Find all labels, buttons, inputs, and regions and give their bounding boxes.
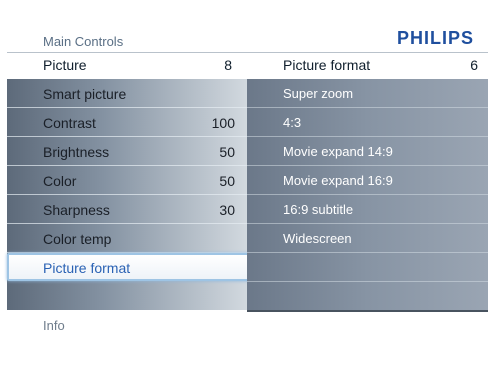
picture-menu: Smart picture Contrast 100 Brightness 50… xyxy=(7,79,253,311)
submenu-item-label: Widescreen xyxy=(283,231,352,246)
submenu-item-label: Movie expand 16:9 xyxy=(283,173,393,188)
menu-item-brightness[interactable]: Brightness 50 xyxy=(7,137,247,166)
menu-item-value: 100 xyxy=(211,115,235,131)
tv-menu-screen: Main Controls PHILIPS Picture 8 Picture … xyxy=(0,0,488,371)
submenu-item-16-9-subtitle[interactable]: 16:9 subtitle xyxy=(247,195,488,224)
submenu-item-super-zoom[interactable]: Super zoom xyxy=(247,79,488,108)
submenu-item-widescreen[interactable]: Widescreen xyxy=(247,224,488,253)
info-label[interactable]: Info xyxy=(43,318,65,333)
menu-item-label: Sharpness xyxy=(43,202,110,218)
menu-item-value: 50 xyxy=(219,144,235,160)
submenu-item-label: 16:9 subtitle xyxy=(283,202,354,217)
menu-item-smart-picture[interactable]: Smart picture xyxy=(7,79,247,108)
menu-item-contrast[interactable]: Contrast 100 xyxy=(7,108,247,137)
menu-item-label: Color xyxy=(43,173,77,189)
menu-item-value: 50 xyxy=(219,173,235,189)
header-divider xyxy=(7,52,488,53)
menu-item-color-temp[interactable]: Color temp xyxy=(7,224,247,253)
menu-item-sharpness[interactable]: Sharpness 30 xyxy=(7,195,247,224)
menu-item-label: Contrast xyxy=(43,115,96,131)
menu-item-color[interactable]: Color 50 xyxy=(7,166,247,195)
breadcrumb-submenu-value: 6 xyxy=(470,57,478,73)
breadcrumb-menu-label: Picture xyxy=(43,57,87,73)
breadcrumb-submenu-label: Picture format xyxy=(283,57,371,73)
picture-format-submenu: Super zoom 4:3 Movie expand 14:9 Movie e… xyxy=(247,79,488,312)
submenu-item-4-3[interactable]: 4:3 xyxy=(247,108,488,137)
submenu-item-label: Movie expand 14:9 xyxy=(283,144,393,159)
menu-item-picture-format[interactable]: Picture format xyxy=(7,253,253,281)
menu-item-empty xyxy=(7,282,247,311)
menu-item-label: Picture format xyxy=(43,260,131,276)
submenu-item-label: Super zoom xyxy=(283,86,354,101)
menu-item-label: Brightness xyxy=(43,144,110,160)
menu-item-label: Color temp xyxy=(43,231,112,247)
submenu-item-movie-expand-14-9[interactable]: Movie expand 14:9 xyxy=(247,137,488,166)
submenu-item-movie-expand-16-9[interactable]: Movie expand 16:9 xyxy=(247,166,488,195)
brand-logo: PHILIPS xyxy=(396,28,474,48)
menu-title: Main Controls xyxy=(43,34,124,49)
menu-item-label: Smart picture xyxy=(43,86,127,102)
menu-item-value: 30 xyxy=(219,202,235,218)
breadcrumb-menu-value: 8 xyxy=(224,57,232,73)
submenu-item-label: 4:3 xyxy=(283,115,302,130)
submenu-item-empty xyxy=(247,253,488,282)
